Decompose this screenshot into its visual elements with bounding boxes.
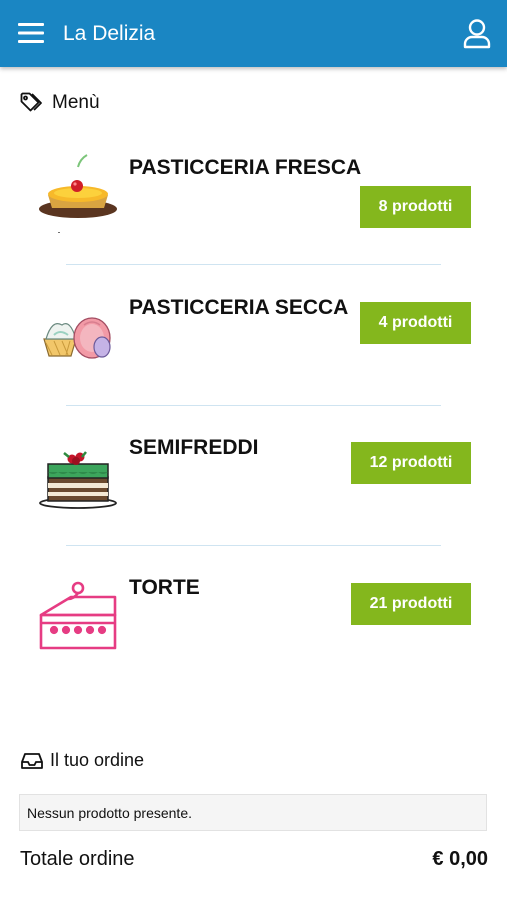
divider [66,264,441,265]
total-value: € 0,00 [432,848,488,870]
order-section-label: Il tuo ordine [50,750,145,770]
divider [66,545,441,546]
category-name: PASTICCERIA FRESCA [129,156,362,179]
inbox-icon [21,752,43,769]
cake-slice-icon [39,581,117,650]
total-label: Totale ordine [20,848,135,870]
order-section-header: Il tuo ordine [20,750,144,771]
product-count-badge[interactable]: 12 prodotti [351,442,471,484]
category-name: SEMIFREDDI [129,436,259,459]
category-name: TORTE [129,576,200,599]
app-title: La Delizia [63,22,156,45]
empty-order-message: Nessun prodotto presente. [19,794,487,831]
hamburger-icon[interactable] [18,20,44,46]
layer-cake-icon [39,451,117,509]
fruit-tart-icon [39,154,117,233]
product-count-badge[interactable]: 21 prodotti [351,583,471,625]
user-icon[interactable] [462,18,492,50]
divider [66,405,441,406]
product-count-badge[interactable]: 8 prodotti [360,186,471,228]
menu-section-label: Menù [52,92,100,113]
tag-icon [20,92,42,112]
category-name: PASTICCERIA SECCA [129,296,349,319]
category-pasticceria-fresca[interactable]: PASTICCERIA FRESCA 8 prodotti [0,145,507,265]
category-semifreddi[interactable]: SEMIFREDDI 12 prodotti [0,425,507,545]
app-header: La Delizia [0,0,507,67]
category-torte[interactable]: TORTE 21 prodotti [0,566,507,686]
product-count-badge[interactable]: 4 prodotti [360,302,471,344]
menu-section-header: Menù [20,92,100,114]
macaron-icon [43,317,111,359]
category-pasticceria-secca[interactable]: PASTICCERIA SECCA 4 prodotti [0,285,507,405]
